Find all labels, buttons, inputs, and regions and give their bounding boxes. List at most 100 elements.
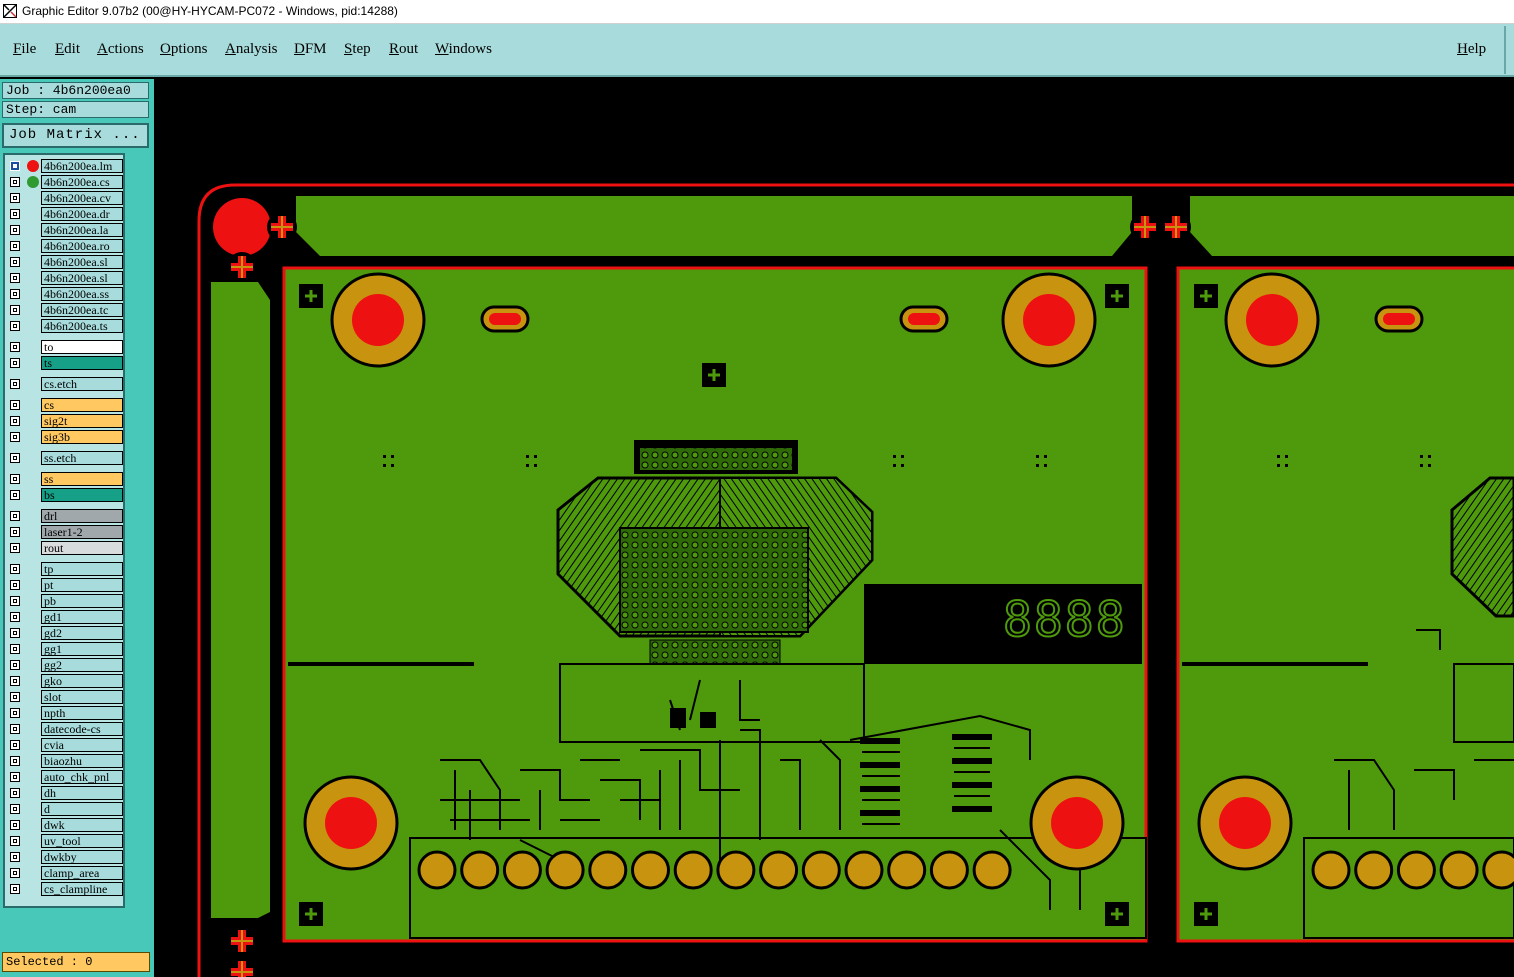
layer-checkbox[interactable]	[10, 193, 20, 203]
menu-dfm[interactable]: DFM	[294, 41, 327, 58]
layer-name[interactable]: pt	[41, 578, 123, 592]
layer-row-7[interactable]: 4b6n200ea.sl	[6, 271, 123, 285]
layer-checkbox[interactable]	[10, 820, 20, 830]
layer-name[interactable]: gd1	[41, 610, 123, 624]
menu-rout[interactable]: Rout	[389, 41, 418, 58]
menu-actions[interactable]: Actions	[97, 41, 144, 58]
layer-row-32[interactable]: npth	[6, 706, 123, 720]
layer-name[interactable]: to	[41, 340, 123, 354]
layer-checkbox[interactable]	[10, 400, 20, 410]
layer-name[interactable]: 4b6n200ea.lm	[41, 159, 123, 173]
layer-name[interactable]: npth	[41, 706, 123, 720]
layer-row-31[interactable]: slot	[6, 690, 123, 704]
layer-row-6[interactable]: 4b6n200ea.sl	[6, 255, 123, 269]
layer-name[interactable]: sig3b	[41, 430, 123, 444]
layer-row-38[interactable]: d	[6, 802, 123, 816]
layer-name[interactable]: pb	[41, 594, 123, 608]
menu-step[interactable]: Step	[344, 41, 371, 58]
layer-name[interactable]: auto_chk_pnl	[41, 770, 123, 784]
layer-name[interactable]: datecode-cs	[41, 722, 123, 736]
layer-name[interactable]: dh	[41, 786, 123, 800]
layer-name[interactable]: dwk	[41, 818, 123, 832]
layer-checkbox[interactable]	[10, 644, 20, 654]
layer-checkbox[interactable]	[10, 804, 20, 814]
menu-windows[interactable]: Windows	[435, 41, 492, 58]
layer-list[interactable]: 4b6n200ea.lm 4b6n200ea.cs 4b6n200ea.cv 4b6n…	[3, 153, 125, 908]
layer-row-12[interactable]: ts	[6, 356, 123, 370]
layer-row-42[interactable]: clamp_area	[6, 866, 123, 880]
layer-row-16[interactable]: sig3b	[6, 430, 123, 444]
layer-checkbox[interactable]	[10, 692, 20, 702]
layer-checkbox[interactable]	[10, 321, 20, 331]
layer-row-26[interactable]: gd1	[6, 610, 123, 624]
layer-name[interactable]: 4b6n200ea.tc	[41, 303, 123, 317]
layer-name[interactable]: 4b6n200ea.cs	[41, 175, 123, 189]
layer-checkbox[interactable]	[10, 660, 20, 670]
layer-name[interactable]: gg2	[41, 658, 123, 672]
layer-name[interactable]: cs.etch	[41, 377, 123, 391]
layer-row-9[interactable]: 4b6n200ea.tc	[6, 303, 123, 317]
layer-name[interactable]: biaozhu	[41, 754, 123, 768]
layer-checkbox[interactable]	[10, 225, 20, 235]
layer-checkbox[interactable]	[10, 241, 20, 251]
layer-checkbox[interactable]	[10, 416, 20, 426]
layer-checkbox[interactable]	[10, 342, 20, 352]
layer-row-27[interactable]: gd2	[6, 626, 123, 640]
layer-checkbox[interactable]	[10, 453, 20, 463]
layer-name[interactable]: 4b6n200ea.ro	[41, 239, 123, 253]
layer-checkbox[interactable]	[10, 612, 20, 622]
layer-name[interactable]: cs	[41, 398, 123, 412]
layer-checkbox[interactable]	[10, 209, 20, 219]
layer-row-41[interactable]: dwkby	[6, 850, 123, 864]
layer-checkbox[interactable]	[10, 273, 20, 283]
layer-row-13[interactable]: cs.etch	[6, 377, 123, 391]
layer-row-23[interactable]: tp	[6, 562, 123, 576]
layer-row-22[interactable]: rout	[6, 541, 123, 555]
layer-checkbox[interactable]	[10, 358, 20, 368]
layer-checkbox[interactable]	[10, 474, 20, 484]
layer-name[interactable]: cs_clampline	[41, 882, 123, 896]
layer-checkbox[interactable]	[10, 852, 20, 862]
layer-row-14[interactable]: cs	[6, 398, 123, 412]
layer-checkbox[interactable]	[10, 676, 20, 686]
layer-checkbox[interactable]	[10, 708, 20, 718]
layer-checkbox[interactable]	[10, 543, 20, 553]
layer-name[interactable]: gg1	[41, 642, 123, 656]
layer-row-25[interactable]: pb	[6, 594, 123, 608]
menu-analysis[interactable]: Analysis	[225, 41, 278, 58]
layer-checkbox[interactable]	[10, 788, 20, 798]
layer-row-18[interactable]: ss	[6, 472, 123, 486]
layer-name[interactable]: 4b6n200ea.la	[41, 223, 123, 237]
layer-row-17[interactable]: ss.etch	[6, 451, 123, 465]
layer-checkbox[interactable]	[10, 740, 20, 750]
layer-checkbox[interactable]	[10, 432, 20, 442]
layer-row-43[interactable]: cs_clampline	[6, 882, 123, 896]
layer-row-21[interactable]: laser1-2	[6, 525, 123, 539]
menu-file[interactable]: File	[13, 41, 36, 58]
layer-row-34[interactable]: cvia	[6, 738, 123, 752]
layer-row-36[interactable]: auto_chk_pnl	[6, 770, 123, 784]
layer-row-33[interactable]: datecode-cs	[6, 722, 123, 736]
layer-row-39[interactable]: dwk	[6, 818, 123, 832]
layer-checkbox[interactable]	[10, 564, 20, 574]
layer-checkbox[interactable]	[10, 724, 20, 734]
layer-checkbox[interactable]	[10, 177, 20, 187]
layer-name[interactable]: rout	[41, 541, 123, 555]
layer-checkbox[interactable]	[10, 836, 20, 846]
layer-row-29[interactable]: gg2	[6, 658, 123, 672]
job-matrix-button[interactable]: Job Matrix ...	[2, 123, 149, 148]
layer-row-1[interactable]: 4b6n200ea.cs	[6, 175, 123, 189]
layer-checkbox[interactable]	[10, 756, 20, 766]
menu-help[interactable]: Help	[1457, 41, 1486, 58]
menu-edit[interactable]: Edit	[55, 41, 80, 58]
layer-row-8[interactable]: 4b6n200ea.ss	[6, 287, 123, 301]
menu-options[interactable]: Options	[160, 41, 208, 58]
layer-checkbox[interactable]	[10, 527, 20, 537]
layer-row-0[interactable]: 4b6n200ea.lm	[6, 159, 123, 173]
layer-row-3[interactable]: 4b6n200ea.dr	[6, 207, 123, 221]
layer-checkbox[interactable]	[10, 511, 20, 521]
layer-row-10[interactable]: 4b6n200ea.ts	[6, 319, 123, 333]
layer-name[interactable]: ss	[41, 472, 123, 486]
layer-name[interactable]: uv_tool	[41, 834, 123, 848]
layer-name[interactable]: d	[41, 802, 123, 816]
